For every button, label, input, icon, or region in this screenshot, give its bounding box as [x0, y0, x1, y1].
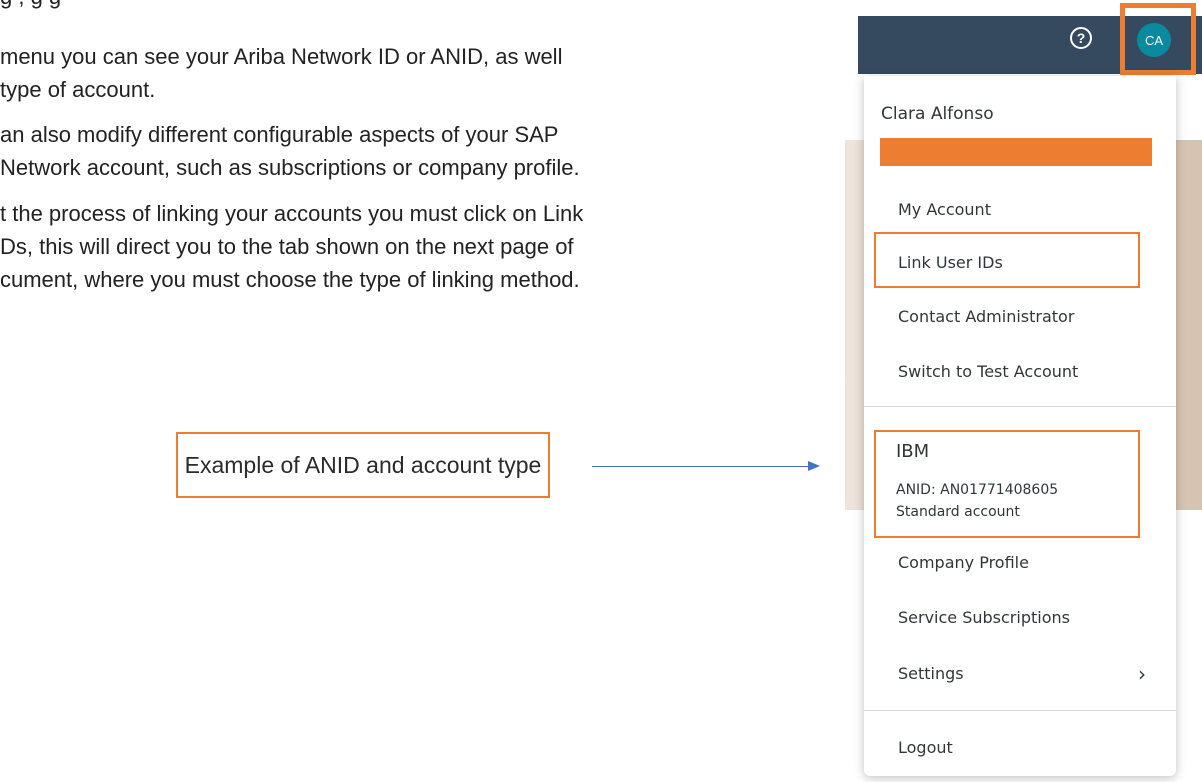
text-line: menu you can see your Ariba Network ID o…	[0, 44, 563, 69]
text-line: Network account, such as subscriptions o…	[0, 155, 580, 180]
help-icon[interactable]: ?	[1070, 27, 1092, 49]
menu-item-company-profile[interactable]: Company Profile	[898, 553, 1029, 572]
text-line: g , g g	[0, 0, 840, 13]
paragraph-configure: an also modify different configurable as…	[0, 118, 840, 184]
arrow-line	[592, 466, 810, 467]
menu-item-settings[interactable]: Settings	[898, 664, 964, 683]
menu-item-service-subscriptions[interactable]: Service Subscriptions	[898, 608, 1070, 627]
paragraph-link: t the process of linking your accounts y…	[0, 197, 840, 296]
menu-divider	[864, 406, 1176, 407]
callout-box: Example of ANID and account type	[176, 432, 550, 498]
arrow-head-icon	[808, 461, 820, 471]
anid-value: ANID: AN01771408605	[896, 482, 1059, 498]
menu-item-contact-administrator[interactable]: Contact Administrator	[898, 307, 1074, 326]
document-text: g , g g menu you can see your Ariba Netw…	[0, 0, 840, 782]
menu-item-switch-test-account[interactable]: Switch to Test Account	[898, 362, 1078, 381]
text-line: type of account.	[0, 77, 156, 102]
redaction-bar	[880, 138, 1152, 166]
company-name: IBM	[896, 441, 930, 462]
menu-divider	[864, 710, 1176, 711]
text-line: cument, where you must choose the type o…	[0, 267, 580, 292]
text-line: t the process of linking your accounts y…	[0, 201, 584, 226]
text-line: Ds, this will direct you to the tab show…	[0, 234, 574, 259]
avatar-highlight	[1120, 3, 1196, 75]
chevron-right-icon[interactable]: ›	[1138, 662, 1146, 686]
user-menu: Clara Alfonso My Account Link User IDs C…	[864, 76, 1176, 776]
user-name: Clara Alfonso	[881, 104, 994, 124]
text-line: an also modify different configurable as…	[0, 122, 559, 147]
account-type: Standard account	[896, 504, 1020, 520]
paragraph-partial-top: g , g g	[0, 0, 840, 13]
menu-item-logout[interactable]: Logout	[898, 738, 953, 757]
menu-item-my-account[interactable]: My Account	[898, 200, 991, 219]
paragraph-anid: menu you can see your Ariba Network ID o…	[0, 40, 840, 106]
menu-item-link-user-ids[interactable]: Link User IDs	[898, 253, 1003, 272]
